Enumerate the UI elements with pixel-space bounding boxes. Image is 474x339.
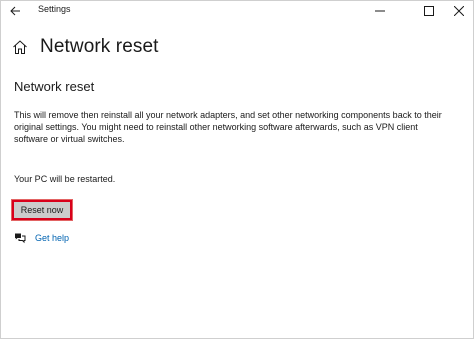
page-title: Network reset bbox=[40, 36, 159, 57]
section-heading: Network reset bbox=[14, 79, 95, 94]
back-button[interactable] bbox=[4, 0, 26, 22]
reset-now-button[interactable]: Reset now bbox=[11, 199, 73, 221]
restart-note: Your PC will be restarted. bbox=[14, 174, 116, 184]
chat-help-icon bbox=[15, 233, 26, 244]
minimize-button[interactable] bbox=[365, 0, 395, 22]
get-help-label[interactable]: Get help bbox=[35, 233, 69, 243]
maximize-icon bbox=[424, 6, 434, 16]
app-title: Settings bbox=[38, 4, 71, 14]
home-icon[interactable] bbox=[12, 39, 28, 55]
back-arrow-icon bbox=[10, 6, 20, 16]
description-text: This will remove then reinstall all your… bbox=[14, 110, 442, 144]
close-icon bbox=[454, 6, 464, 16]
close-button[interactable] bbox=[444, 0, 474, 22]
maximize-button[interactable] bbox=[414, 0, 444, 22]
minimize-icon bbox=[375, 10, 385, 12]
get-help-link[interactable]: Get help bbox=[14, 231, 69, 245]
page-header: Network reset bbox=[12, 34, 159, 60]
title-bar: Settings bbox=[0, 0, 474, 22]
